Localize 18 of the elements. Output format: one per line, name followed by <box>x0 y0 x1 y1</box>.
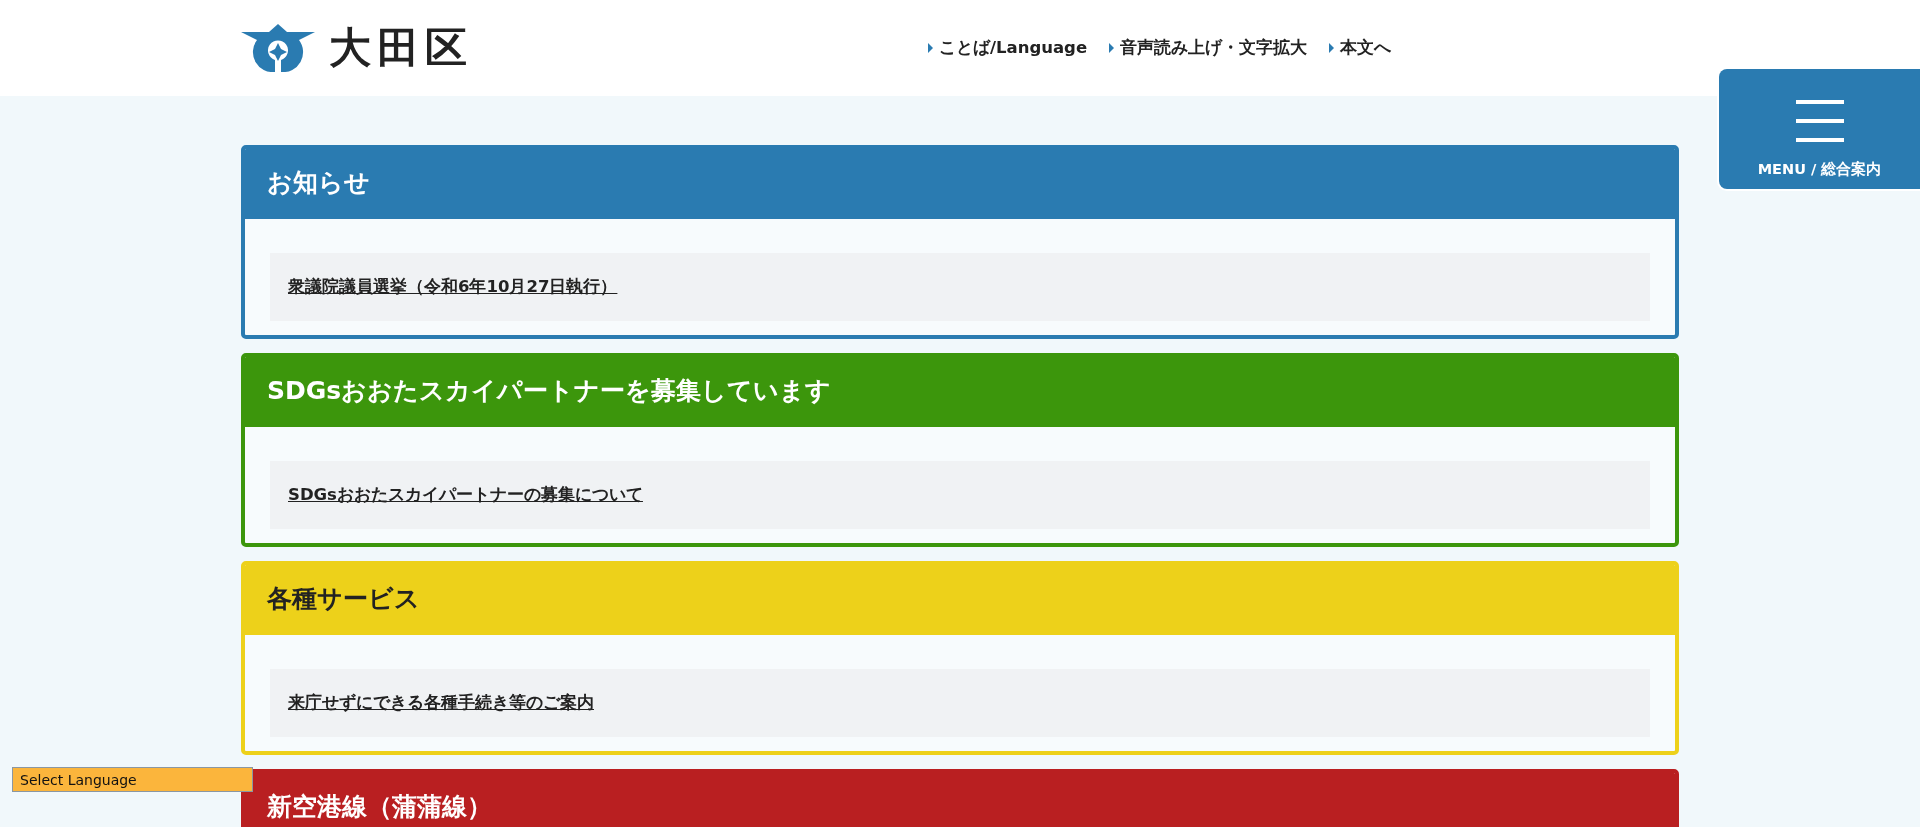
notice-link[interactable]: SDGsおおたスカイパートナーの募集について <box>288 484 643 506</box>
panel-heading: 新空港線（蒲蒲線） <box>245 773 1675 827</box>
emblem-icon <box>241 24 315 72</box>
notice-link[interactable]: 来庁せずにできる各種手続き等のご案内 <box>288 692 594 714</box>
triangle-icon <box>1329 43 1335 53</box>
triangle-icon <box>928 43 933 53</box>
panel-heading: 各種サービス <box>245 565 1675 635</box>
triangle-icon <box>1109 43 1115 53</box>
site-logo-text[interactable]: 大田区 <box>329 20 473 76</box>
notice-link[interactable]: 衆議院議員選挙（令和6年10月27日執行） <box>288 276 618 298</box>
panel-heading: お知らせ <box>245 149 1675 219</box>
header-link[interactable]: 音声読み上げ・文字拡大 <box>1109 37 1308 59</box>
menu-icon <box>1795 100 1844 142</box>
header-link[interactable]: 本文へ <box>1329 37 1392 59</box>
language-select[interactable]: Select Language <box>12 767 253 792</box>
menu-button[interactable]: MENU / 総合案内 <box>1719 69 1920 189</box>
panel-heading: SDGsおおたスカイパートナーを募集しています <box>245 357 1675 427</box>
header-link[interactable]: ことば/Language <box>928 37 1088 59</box>
